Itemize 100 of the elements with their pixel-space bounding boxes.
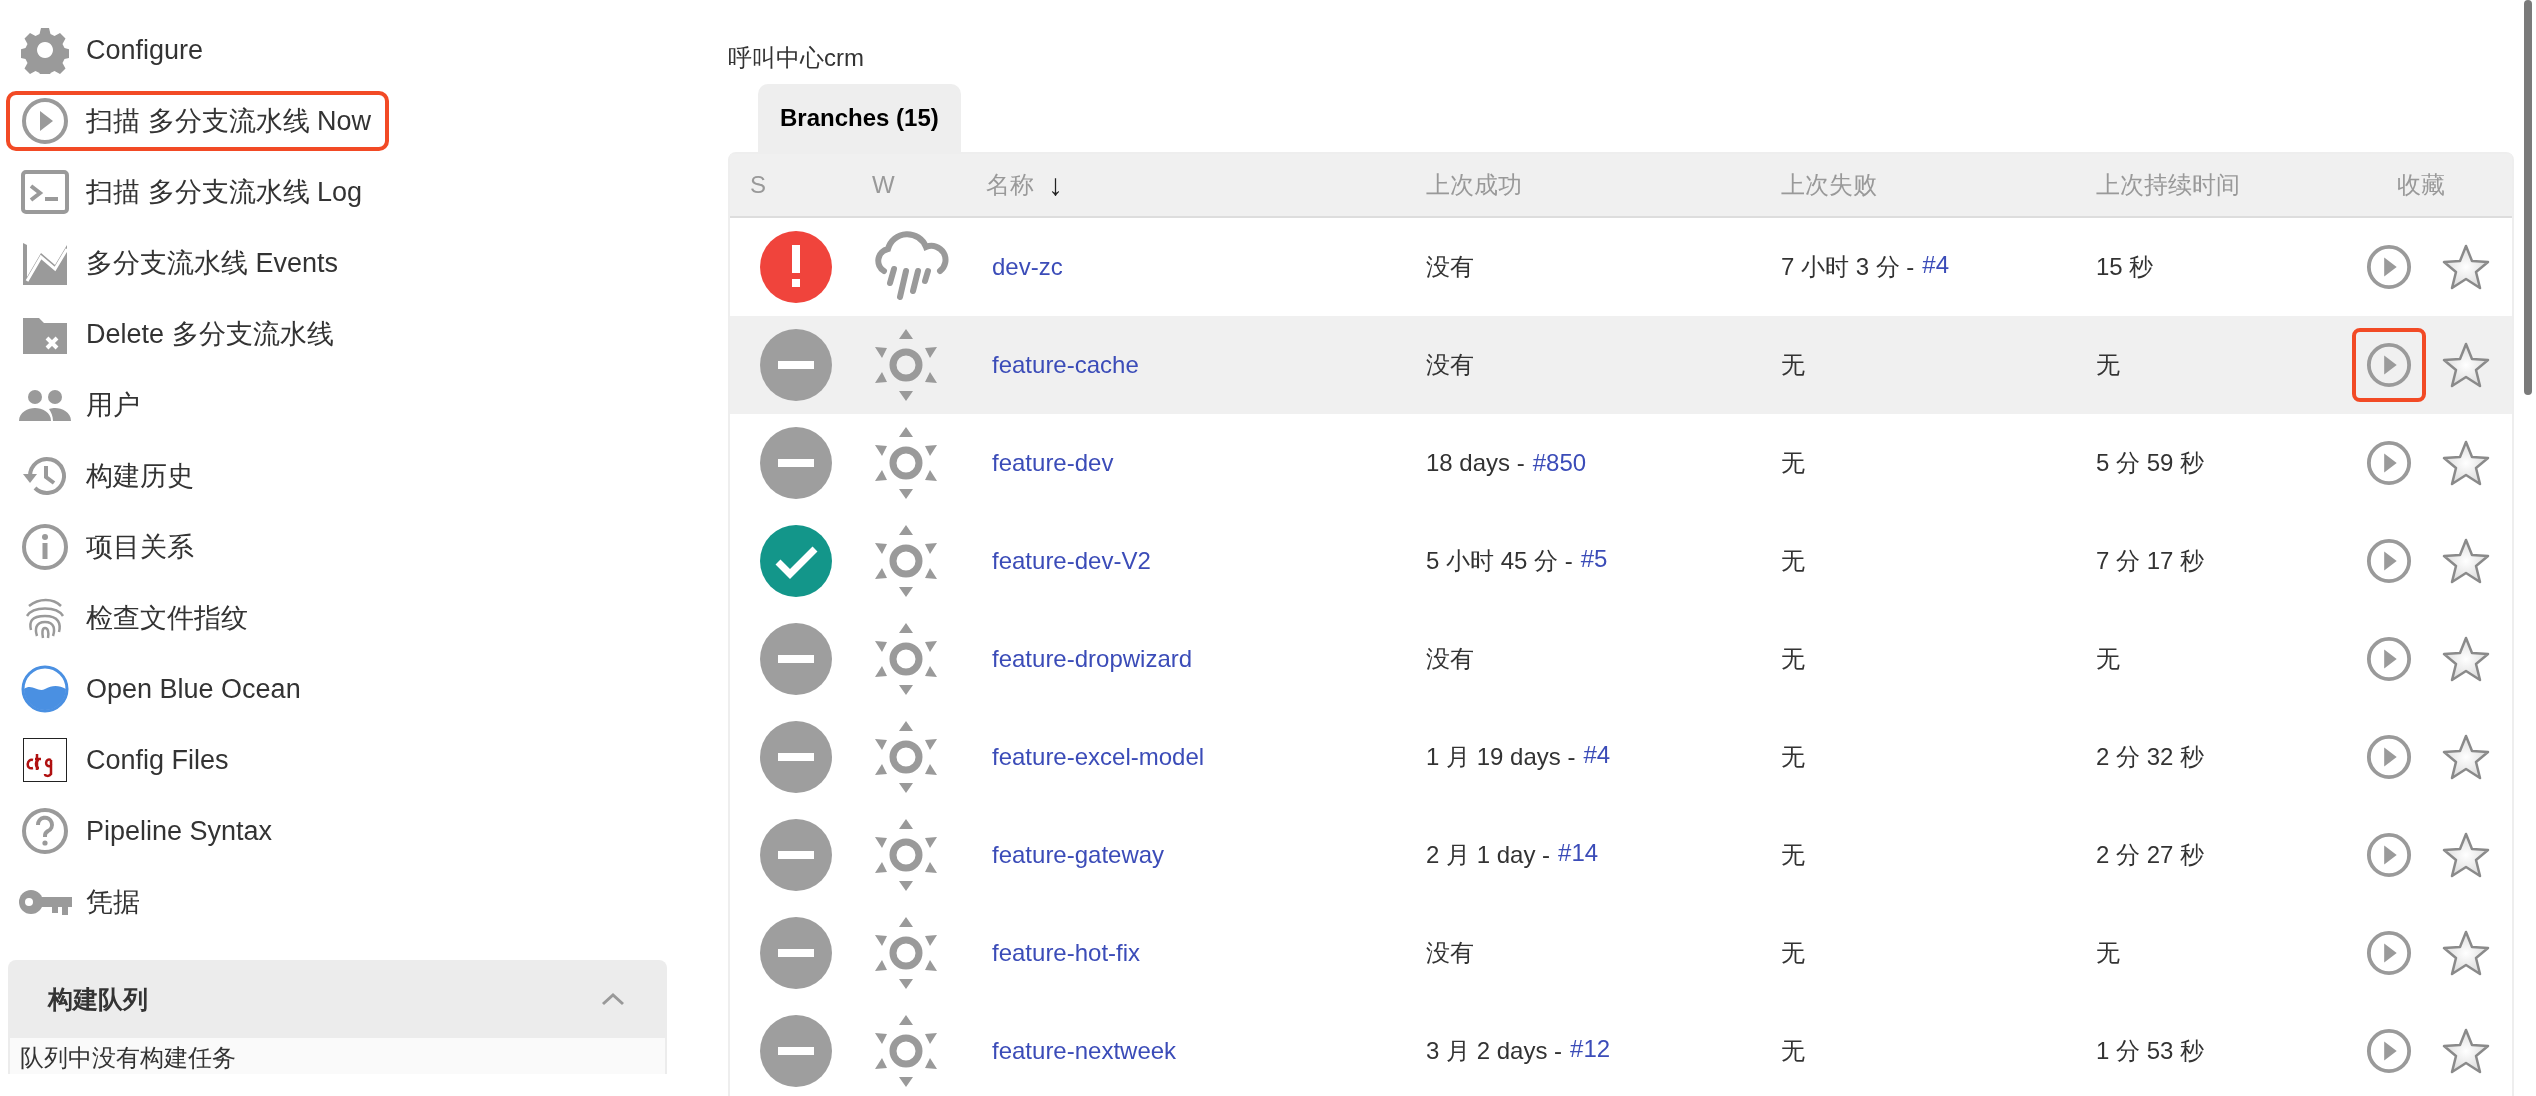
table-row[interactable]: dev-zc 没有 7 小时 3 分 - #4 15 秒 [730,218,2512,316]
play-circle-icon [2366,930,2412,976]
duration-text: 15 秒 [2096,252,2154,282]
sidebar-link[interactable]: Configure [6,20,222,80]
table-row[interactable]: feature-nextweek 3 月 2 days - #12 无 1 分 53 秒 [730,1002,2512,1096]
play-circle-icon [2366,440,2412,486]
branch-link[interactable]: feature-dev-V2 [992,547,1151,575]
build-link[interactable]: #14 [1558,839,1599,871]
branch-link[interactable]: feature-excel-model [992,743,1205,771]
last-success-text: 5 小时 45 分 - [1426,546,1573,576]
sidebar-link[interactable]: 项目关系 [6,517,212,577]
empty-queue-message: 队列中没有构建任务 [20,1044,236,1071]
sidebar-link[interactable]: Pipeline Syntax [6,801,291,861]
star-icon[interactable] [2442,635,2490,683]
table-row[interactable]: feature-dropwizard 没有 无 无 [730,610,2512,708]
disabled-status-icon [760,623,832,695]
branch-link[interactable]: dev-zc [992,253,1063,281]
duration-text: 无 [2096,938,2120,968]
duration-text: 2 分 32 秒 [2096,742,2205,772]
star-icon[interactable] [2442,1027,2490,1075]
table-row[interactable]: feature-dev 18 days - #850 无 5 分 59 秒 [730,414,2512,512]
disabled-status-icon [760,1015,832,1087]
last-success-text: 18 days - [1426,449,1525,477]
disabled-status-icon [760,427,832,499]
last-failure-text: 无 [1781,448,1805,478]
star-icon[interactable] [2442,439,2490,487]
gear-icon [18,26,72,74]
duration-text: 7 分 17 秒 [2096,546,2205,576]
failed-status-icon [760,231,832,303]
sidebar-link[interactable]: 多分支流水线 Events [6,233,357,293]
play-circle-icon [2366,832,2412,878]
build-queue-title: 构建队列 [48,983,148,1015]
branch-link[interactable]: feature-dropwizard [992,645,1193,673]
star-icon[interactable] [2442,929,2490,977]
last-success-text: 没有 [1426,938,1474,968]
last-failure-text: 7 小时 3 分 - [1781,252,1915,282]
play-circle-icon [2366,1028,2412,1074]
last-failure-text: 无 [1781,840,1805,870]
last-failure-text: 无 [1781,546,1805,576]
sidebar-link[interactable]: Delete 多分支流水线 [6,304,352,364]
play-circle-icon [2366,244,2412,290]
star-icon[interactable] [2442,733,2490,781]
run-build-button[interactable] [2352,328,2426,402]
last-success-text: 3 月 2 days - [1426,1036,1563,1066]
last-failure-text: 无 [1781,1036,1805,1066]
scrollbar[interactable] [2524,0,2532,395]
table-row[interactable]: feature-cache 没有 无 无 [730,316,2512,414]
star-icon[interactable] [2442,243,2490,291]
duration-text: 无 [2096,350,2120,380]
star-icon[interactable] [2442,341,2490,389]
play-circle-icon [2366,342,2412,388]
build-link[interactable]: #12 [1570,1035,1611,1067]
sidebar-link[interactable]: 用户 [6,375,158,435]
branch-link[interactable]: feature-nextweek [992,1037,1177,1065]
sidebar-link[interactable]: 扫描 多分支流水线 Now [6,91,390,151]
play-circle-icon [2366,538,2412,584]
last-success-text: 没有 [1426,252,1474,282]
key-icon [18,887,72,917]
build-link[interactable]: #850 [1532,449,1587,477]
disabled-status-icon [760,329,832,401]
duration-text: 5 分 59 秒 [2096,448,2205,478]
sidebar-link[interactable]: Open Blue Ocean [6,659,319,719]
table-row[interactable]: feature-gateway 2 月 1 day - #14 无 2 分 27 秒 [730,806,2512,904]
branch-link[interactable]: feature-cache [992,351,1139,379]
duration-text: 1 分 53 秒 [2096,1036,2205,1066]
table-row[interactable]: feature-excel-model 1 月 19 days - #4 无 2 分 32 秒 [730,708,2512,806]
branches-tab[interactable]: Branches (15) [758,84,961,152]
branch-link[interactable]: feature-gateway [992,841,1165,869]
sidebar-link[interactable]: 扫描 多分支流水线 Log [6,162,381,222]
star-icon[interactable] [2442,537,2490,585]
sort-arrow[interactable]: ↓ [1048,168,1063,202]
collapse-icon[interactable] [601,992,625,1006]
sidebar-link[interactable]: Config Files [6,730,247,790]
last-success-text: 没有 [1426,350,1474,380]
last-failure-text: 无 [1781,938,1805,968]
branch-link[interactable]: feature-dev [992,449,1114,477]
last-failure-text: 无 [1781,742,1805,772]
success-status-icon [760,525,832,597]
last-success-text: 1 月 19 days - [1426,742,1576,772]
play-circle-icon [2366,636,2412,682]
last-success-text: 没有 [1426,644,1474,674]
disabled-status-icon [760,917,832,989]
disabled-status-icon [760,819,832,891]
table-row[interactable]: feature-dev-V2 5 小时 45 分 - #5 无 7 分 17 秒 [730,512,2512,610]
build-link[interactable]: #4 [1922,251,1950,283]
table-row[interactable]: feature-hot-fix 没有 无 无 [730,904,2512,1002]
last-success-text: 2 月 1 day - [1426,840,1551,870]
duration-text: 无 [2096,644,2120,674]
branch-link[interactable]: feature-hot-fix [992,939,1141,967]
terminal-icon [18,168,72,216]
last-failure-text: 无 [1781,644,1805,674]
build-link[interactable]: #4 [1583,741,1611,773]
last-failure-text: 无 [1781,350,1805,380]
disabled-status-icon [760,721,832,793]
sidebar-link[interactable]: 构建历史 [6,446,212,506]
project-title: 呼叫中心crm [728,43,864,73]
sidebar-link[interactable]: 检查文件指纹 [6,588,266,648]
star-icon[interactable] [2442,831,2490,879]
build-link[interactable]: #5 [1580,545,1608,577]
sidebar-link[interactable]: 凭据 [6,872,158,932]
